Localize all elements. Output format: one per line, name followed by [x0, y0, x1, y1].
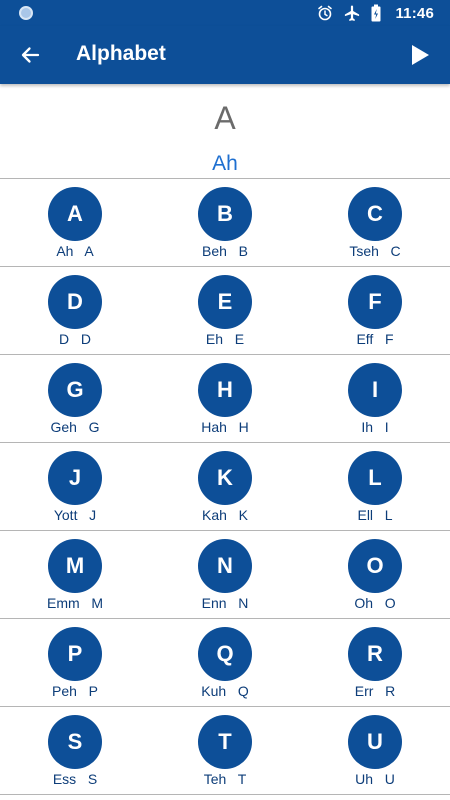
airplane-mode-icon: [343, 4, 361, 22]
letter-cell-h[interactable]: H Hah H: [150, 355, 300, 442]
letter-button[interactable]: P: [48, 627, 102, 681]
letter-caption: Ell L: [357, 507, 393, 523]
battery-icon: [371, 4, 381, 22]
letter-caption: Teh T: [203, 771, 247, 787]
alarm-icon: [317, 5, 333, 21]
letter-button[interactable]: M: [48, 539, 102, 593]
letter-button[interactable]: L: [348, 451, 402, 505]
status-icons: 11:46: [317, 0, 434, 26]
letter-caption: Err R: [354, 683, 396, 699]
letter-button[interactable]: G: [48, 363, 102, 417]
back-button[interactable]: [14, 39, 46, 71]
letter-caption: Enn N: [201, 595, 249, 611]
letter-cell-s[interactable]: S Ess S: [0, 707, 150, 794]
alphabet-grid: A Ah A B Beh B C Tseh C D D D E Eh E F Eff F G Geh G H…: [0, 179, 450, 795]
play-icon: [412, 45, 429, 65]
page-title: Alphabet: [76, 42, 166, 65]
letter-button[interactable]: D: [48, 275, 102, 329]
letter-button[interactable]: F: [348, 275, 402, 329]
letter-cell-t[interactable]: T Teh T: [150, 707, 300, 794]
letter-button[interactable]: E: [198, 275, 252, 329]
status-time: 11:46: [395, 4, 434, 22]
letter-button[interactable]: H: [198, 363, 252, 417]
letter-caption: Oh O: [354, 595, 396, 611]
letter-button[interactable]: R: [348, 627, 402, 681]
letter-row: J Yott J K Kah K L Ell L: [0, 443, 450, 531]
letter-row: D D D E Eh E F Eff F: [0, 267, 450, 355]
letter-cell-f[interactable]: F Eff F: [300, 267, 450, 354]
letter-row: G Geh G H Hah H I Ih I: [0, 355, 450, 443]
letter-cell-o[interactable]: O Oh O: [300, 531, 450, 618]
letter-row: M Emm M N Enn N O Oh O: [0, 531, 450, 619]
letter-cell-k[interactable]: K Kah K: [150, 443, 300, 530]
letter-caption: Geh G: [50, 419, 100, 435]
arrow-left-icon: [21, 47, 40, 63]
letter-caption: D D: [59, 331, 91, 347]
letter-cell-m[interactable]: M Emm M: [0, 531, 150, 618]
letter-row: P Peh P Q Kuh Q R Err R: [0, 619, 450, 707]
letter-button[interactable]: I: [348, 363, 402, 417]
letter-cell-p[interactable]: P Peh P: [0, 619, 150, 706]
app-bar: Alphabet: [0, 26, 450, 84]
letter-cell-b[interactable]: B Beh B: [150, 179, 300, 266]
letter-cell-e[interactable]: E Eh E: [150, 267, 300, 354]
letter-button[interactable]: U: [348, 715, 402, 769]
selected-letter: A: [214, 100, 236, 136]
letter-caption: Eh E: [205, 331, 245, 347]
letter-cell-c[interactable]: C Tseh C: [300, 179, 450, 266]
letter-caption: Kah K: [202, 507, 248, 523]
letter-cell-q[interactable]: Q Kuh Q: [150, 619, 300, 706]
selected-pronunciation: Ah: [212, 152, 238, 175]
letter-cell-d[interactable]: D D D: [0, 267, 150, 354]
letter-caption: Ah A: [56, 243, 94, 259]
letter-caption: Hah H: [201, 419, 249, 435]
letter-button[interactable]: B: [198, 187, 252, 241]
letter-cell-n[interactable]: N Enn N: [150, 531, 300, 618]
letter-button[interactable]: O: [348, 539, 402, 593]
play-button[interactable]: [404, 39, 436, 71]
letter-button[interactable]: Q: [198, 627, 252, 681]
letter-cell-j[interactable]: J Yott J: [0, 443, 150, 530]
letter-caption: Tseh C: [349, 243, 401, 259]
letter-button[interactable]: T: [198, 715, 252, 769]
notification-dot-icon: [19, 6, 33, 20]
letter-row: S Ess S T Teh T U Uh U: [0, 707, 450, 795]
letter-caption: Kuh Q: [201, 683, 249, 699]
status-bar: 11:46: [0, 0, 450, 26]
letter-caption: Eff F: [356, 331, 394, 347]
letter-caption: Yott J: [53, 507, 97, 523]
letter-cell-u[interactable]: U Uh U: [300, 707, 450, 794]
letter-cell-r[interactable]: R Err R: [300, 619, 450, 706]
letter-button[interactable]: S: [48, 715, 102, 769]
letter-caption: Emm M: [47, 595, 103, 611]
letter-cell-i[interactable]: I Ih I: [300, 355, 450, 442]
letter-cell-g[interactable]: G Geh G: [0, 355, 150, 442]
letter-caption: Ih I: [361, 419, 389, 435]
letter-caption: Peh P: [52, 683, 98, 699]
letter-button[interactable]: N: [198, 539, 252, 593]
letter-button[interactable]: J: [48, 451, 102, 505]
letter-cell-a[interactable]: A Ah A: [0, 179, 150, 266]
letter-button[interactable]: A: [48, 187, 102, 241]
letter-caption: Beh B: [202, 243, 248, 259]
letter-caption: Uh U: [355, 771, 395, 787]
letter-row: A Ah A B Beh B C Tseh C: [0, 179, 450, 267]
letter-button[interactable]: K: [198, 451, 252, 505]
letter-button[interactable]: C: [348, 187, 402, 241]
letter-cell-l[interactable]: L Ell L: [300, 443, 450, 530]
letter-caption: Ess S: [52, 771, 98, 787]
